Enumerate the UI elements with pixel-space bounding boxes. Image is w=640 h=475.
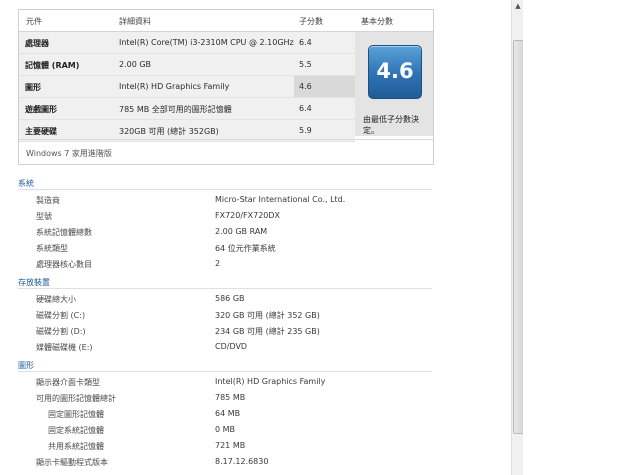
info-row: 可用的圖形記憶體總計 785 MB bbox=[0, 393, 440, 409]
info-row: 系統類型 64 位元作業系統 bbox=[0, 243, 440, 259]
component-score: 6.4 bbox=[299, 104, 312, 113]
info-label: 固定圖形記憶體 bbox=[48, 410, 104, 419]
info-label: 系統記憶體總數 bbox=[36, 228, 92, 237]
windows-edition-row: Windows 7 家用進階版 bbox=[19, 139, 433, 165]
info-row: 媒體磁碟機 (E:) CD/DVD bbox=[0, 342, 440, 358]
info-value: 2.00 GB RAM bbox=[215, 227, 268, 236]
component-label: 記憶體 (RAM) bbox=[25, 61, 80, 70]
info-row: 磁碟分割 (C:) 320 GB 可用 (總計 352 GB) bbox=[0, 310, 440, 326]
base-score-note: 由最低子分數決定。 bbox=[363, 115, 419, 135]
component-label: 遊戲圖形 bbox=[25, 105, 57, 114]
component-score: 5.5 bbox=[299, 60, 312, 69]
component-score: 6.4 bbox=[299, 38, 312, 47]
base-score-panel: 4.6 由最低子分數決定。 bbox=[355, 32, 433, 136]
section-divider bbox=[18, 288, 432, 289]
component-detail: 320GB 可用 (總計 352GB) bbox=[119, 127, 219, 136]
scroll-up-icon[interactable]: ▲ bbox=[512, 0, 523, 12]
info-value: Micro-Star International Co., Ltd. bbox=[215, 195, 346, 204]
component-label: 圖形 bbox=[25, 83, 41, 92]
info-value: 64 MB bbox=[215, 409, 241, 418]
section-title-system: 系統 bbox=[18, 179, 34, 188]
info-label: 製造商 bbox=[36, 196, 60, 205]
info-value: 64 位元作業系統 bbox=[215, 244, 276, 253]
info-row: 系統記憶體總數 2.00 GB RAM bbox=[0, 227, 440, 243]
windows-edition: Windows 7 家用進階版 bbox=[26, 149, 112, 158]
info-row: 處理器核心數目 2 bbox=[0, 259, 440, 275]
score-row-graphics: 圖形 Intel(R) HD Graphics Family 4.6 bbox=[19, 76, 355, 98]
score-table: 元件 詳細資料 子分數 基本分數 處理器 Intel(R) Core(TM) i… bbox=[18, 9, 434, 165]
info-label: 硬碟總大小 bbox=[36, 295, 76, 304]
info-row: 共用系統記憶體 721 MB bbox=[0, 441, 440, 457]
section-title-storage: 存放裝置 bbox=[18, 278, 50, 287]
score-table-header: 元件 詳細資料 子分數 基本分數 bbox=[19, 10, 433, 32]
section-divider bbox=[18, 371, 432, 372]
info-value: Intel(R) HD Graphics Family bbox=[215, 377, 326, 386]
header-details[interactable]: 詳細資料 bbox=[119, 16, 151, 27]
score-row-processor: 處理器 Intel(R) Core(TM) i3-2310M CPU @ 2.1… bbox=[19, 32, 355, 54]
info-label: 磁碟分割 (D:) bbox=[36, 327, 86, 336]
header-subscore[interactable]: 子分數 bbox=[299, 16, 323, 27]
component-label: 主要硬碟 bbox=[25, 127, 57, 136]
scroll-thumb[interactable] bbox=[513, 40, 523, 434]
section-divider bbox=[18, 189, 432, 190]
performance-details-window: 元件 詳細資料 子分數 基本分數 處理器 Intel(R) Core(TM) i… bbox=[0, 0, 523, 475]
info-value: 586 GB bbox=[215, 294, 245, 303]
info-label: 顯示器介面卡類型 bbox=[36, 378, 100, 387]
header-base-score[interactable]: 基本分數 bbox=[361, 16, 393, 27]
info-row: 固定系統記憶體 0 MB bbox=[0, 425, 440, 441]
info-value: 721 MB bbox=[215, 441, 246, 450]
info-label: 系統類型 bbox=[36, 244, 68, 253]
background-area bbox=[523, 0, 640, 475]
info-row: 固定圖形記憶體 64 MB bbox=[0, 409, 440, 425]
header-component[interactable]: 元件 bbox=[26, 16, 42, 27]
info-value: 2 bbox=[215, 259, 221, 268]
info-value: 234 GB 可用 (總計 235 GB) bbox=[215, 327, 320, 336]
info-row: 磁碟分割 (D:) 234 GB 可用 (總計 235 GB) bbox=[0, 326, 440, 342]
info-value: 0 MB bbox=[215, 425, 236, 434]
base-score-badge: 4.6 bbox=[368, 45, 422, 99]
info-row: 顯示器介面卡類型 Intel(R) HD Graphics Family bbox=[0, 377, 440, 393]
info-label: 處理器核心數目 bbox=[36, 260, 92, 269]
info-row: 硬碟總大小 586 GB bbox=[0, 294, 440, 310]
info-label: 可用的圖形記憶體總計 bbox=[36, 394, 116, 403]
info-value: 320 GB 可用 (總計 352 GB) bbox=[215, 311, 320, 320]
score-row-gaming-graphics: 遊戲圖形 785 MB 全部可用的圖形記憶體 6.4 bbox=[19, 98, 355, 120]
component-label: 處理器 bbox=[25, 39, 49, 48]
info-value: 8.17.12.6830 bbox=[215, 457, 269, 466]
info-label: 顯示卡驅動程式版本 bbox=[36, 458, 108, 467]
info-label: 媒體磁碟機 (E:) bbox=[36, 343, 93, 352]
score-row-memory: 記憶體 (RAM) 2.00 GB 5.5 bbox=[19, 54, 355, 76]
info-row: 顯示卡驅動程式版本 8.17.12.6830 bbox=[0, 457, 440, 473]
section-title-graphics: 圖形 bbox=[18, 361, 34, 370]
info-value: FX720/FX720DX bbox=[215, 211, 281, 220]
info-label: 固定系統記憶體 bbox=[48, 426, 104, 435]
component-score: 4.6 bbox=[299, 82, 312, 91]
info-label: 磁碟分割 (C:) bbox=[36, 311, 86, 320]
component-detail: 785 MB 全部可用的圖形記憶體 bbox=[119, 105, 232, 114]
score-rows: 處理器 Intel(R) Core(TM) i3-2310M CPU @ 2.1… bbox=[19, 32, 355, 142]
vertical-scrollbar[interactable]: ▲ bbox=[511, 0, 523, 475]
info-value: CD/DVD bbox=[215, 342, 248, 351]
info-value: 785 MB bbox=[215, 393, 246, 402]
component-detail: Intel(R) Core(TM) i3-2310M CPU @ 2.10GHz bbox=[119, 38, 294, 47]
base-score-value: 4.6 bbox=[376, 59, 414, 83]
component-detail: Intel(R) HD Graphics Family bbox=[119, 82, 230, 91]
info-row: 製造商 Micro-Star International Co., Ltd. bbox=[0, 195, 440, 211]
info-row: 型號 FX720/FX720DX bbox=[0, 211, 440, 227]
info-label: 共用系統記憶體 bbox=[48, 442, 104, 451]
component-score: 5.9 bbox=[299, 126, 312, 135]
info-label: 型號 bbox=[36, 212, 52, 221]
component-detail: 2.00 GB bbox=[119, 60, 152, 69]
